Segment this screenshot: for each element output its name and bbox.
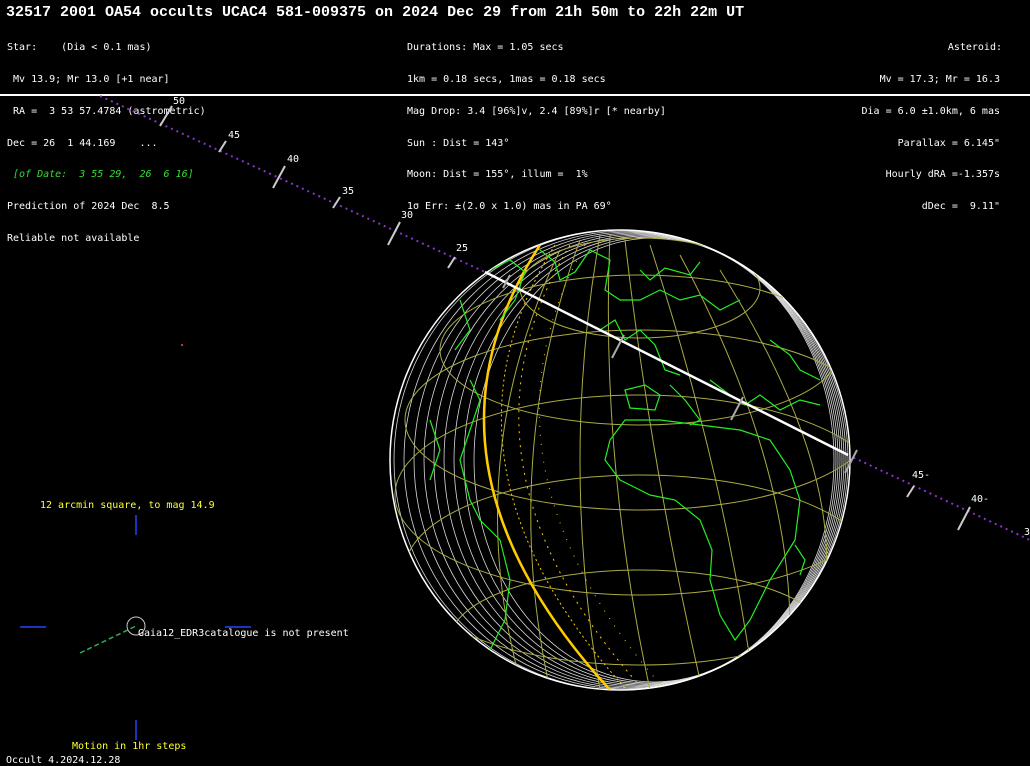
- track-label-45: 45: [228, 130, 241, 141]
- field-star: [181, 344, 183, 346]
- motion-caption: Motion in 1hr steps: [72, 741, 187, 752]
- track-label-25: 25: [456, 243, 469, 254]
- motion-vector: [79, 625, 137, 654]
- star-track-upper: [99, 95, 486, 273]
- track-ticks-lower: [906, 485, 971, 531]
- track-label-35-right: 3: [1024, 527, 1030, 538]
- earth-globe: [389, 229, 858, 691]
- starfield-caption: 12 arcmin square, to mag 14.9: [40, 500, 215, 511]
- track-ticks-upper: [159, 105, 456, 269]
- version-footer: Occult 4.2024.12.28: [6, 755, 121, 766]
- track-label-40: 40: [287, 154, 300, 165]
- starfield-panel: [20, 344, 251, 740]
- track-label-45-right: 45-: [912, 470, 931, 481]
- star-track-lower: [847, 454, 1030, 541]
- track-label-35: 35: [342, 186, 355, 197]
- track-label-40-right: 40-: [971, 494, 990, 505]
- track-label-50: 50: [173, 96, 186, 107]
- track-label-30: 30: [401, 210, 414, 221]
- occultation-map: [20, 95, 1030, 740]
- gaia-note: Gaia12_EDR3catalogue is not present: [138, 628, 349, 639]
